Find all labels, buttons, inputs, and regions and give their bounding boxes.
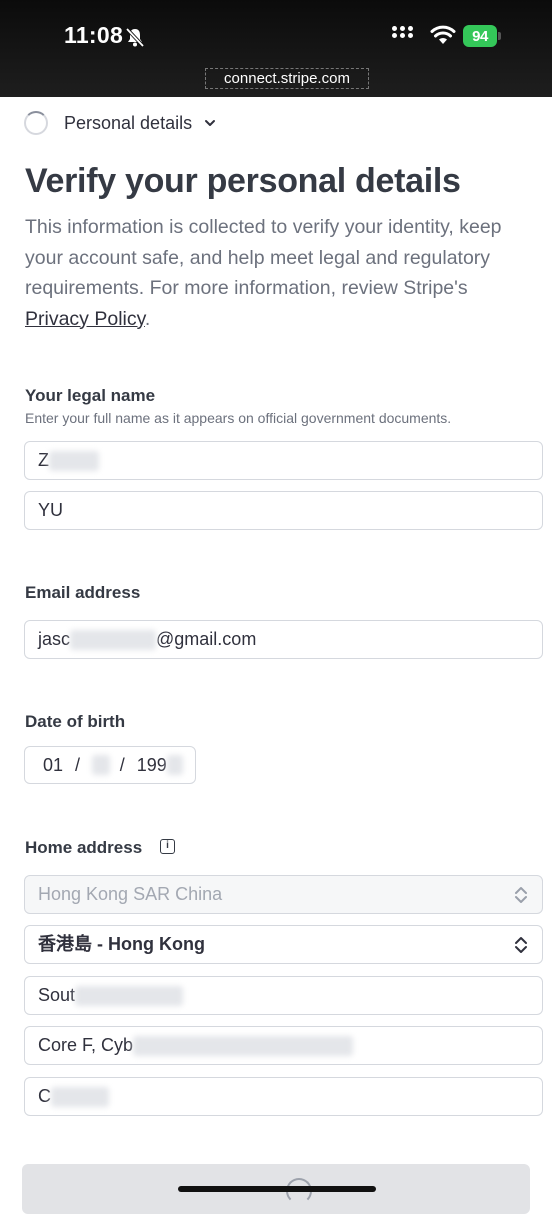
home-indicator[interactable] [178,1186,376,1192]
battery-level: 94 [472,27,488,45]
intro-body: This information is collected to verify … [25,216,502,299]
email-value-suffix: @gmail.com [156,629,257,649]
intro-period: . [144,307,151,330]
page-title: Verify your personal details [25,162,461,200]
first-name-input[interactable]: Z [24,441,543,480]
battery-icon: 94 [463,25,497,47]
city-input[interactable]: C [24,1077,543,1116]
redacted-blur [92,755,110,775]
battery-tip [498,32,501,40]
email-label: Email address [25,583,141,602]
select-chevrons-icon [515,887,527,903]
bell-slash-icon [125,27,145,48]
dob-separator: / [119,755,125,775]
email-input[interactable]: jasc @gmail.com [24,620,543,659]
country-value: Hong Kong SAR China [38,884,223,904]
address-line1-value: Sout [38,985,76,1005]
last-name-value: YU [38,500,64,520]
dob-label: Date of birth [25,712,126,731]
redacted-blur [70,630,157,651]
redacted-blur [75,986,184,1007]
wifi-icon [430,25,456,44]
city-value: C [38,1086,51,1106]
dob-day: 01 [43,755,64,775]
legal-name-label: Your legal name [25,386,156,405]
legal-name-hint: Enter your full name as it appears on of… [25,410,452,426]
browser-chrome: 11:08 94 connect.stripe.com [0,0,552,97]
info-icon[interactable]: i [160,839,175,854]
step-selector[interactable]: Personal details [24,110,216,136]
chevron-down-icon [205,120,216,126]
select-chevrons-icon [515,937,527,953]
dob-separator: / [75,755,81,775]
status-time: 11:08 [64,22,124,48]
redacted-blur [49,451,99,472]
last-name-input[interactable]: YU [24,491,543,530]
url-domain[interactable]: connect.stripe.com [205,68,369,89]
home-address-label: Home address [25,838,143,857]
redacted-blur [166,755,183,775]
email-value-prefix: jasc [38,629,71,649]
address-line1-input[interactable]: Sout [24,976,543,1015]
address-line2-input[interactable]: Core F, Cyb [24,1026,543,1065]
dob-year: 199 [136,755,167,775]
step-label: Personal details [64,112,193,133]
cellular-signal-icon [392,26,413,38]
privacy-policy-link[interactable]: Privacy Policy [25,308,145,330]
redacted-blur [133,1036,354,1057]
country-select[interactable]: Hong Kong SAR China [24,875,543,914]
progress-spinner-icon [24,111,48,135]
redacted-blur [51,1087,109,1108]
address-line2-value: Core F, Cyb [38,1035,134,1055]
intro-text: This information is collected to verify … [25,212,535,334]
first-name-value: Z [38,450,49,470]
region-value: 香港島 - Hong Kong [38,934,205,954]
region-select[interactable]: 香港島 - Hong Kong [24,925,543,964]
dob-input[interactable]: 01 / / 199 [24,746,196,784]
